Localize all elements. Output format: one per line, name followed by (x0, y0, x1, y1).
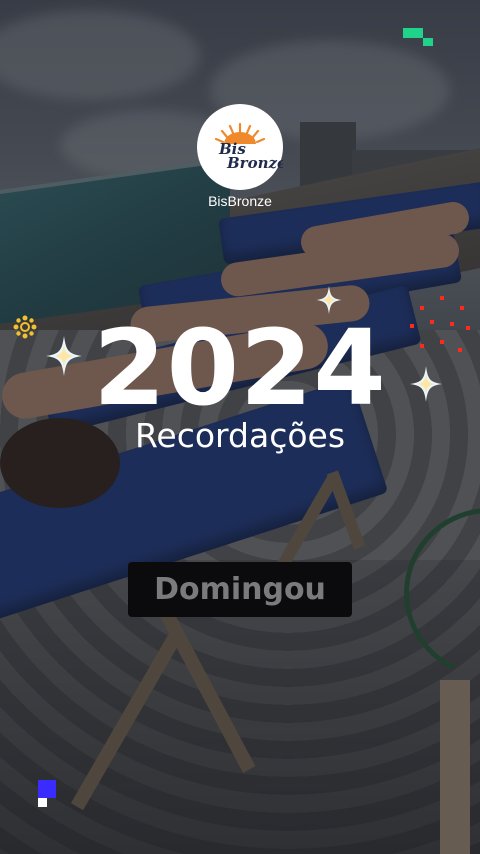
domingou-sticker[interactable]: Domingou (128, 562, 352, 617)
pixel-decoration (38, 780, 56, 798)
pixel-decoration (403, 28, 415, 38)
brand-name[interactable]: BisBronze (0, 193, 480, 209)
pixel-decoration (38, 798, 47, 807)
brand-logo[interactable]: Bis Bronze (197, 104, 283, 190)
pixel-decoration (415, 28, 423, 38)
sticker-label: Domingou (154, 572, 326, 607)
year-title: 2024 (93, 307, 387, 429)
pixel-decoration (423, 38, 433, 46)
logo-text-bronze: Bronze (226, 154, 283, 172)
sun-logo-icon: Bis Bronze (214, 122, 283, 172)
memories-subtitle: Recordações (134, 416, 346, 455)
